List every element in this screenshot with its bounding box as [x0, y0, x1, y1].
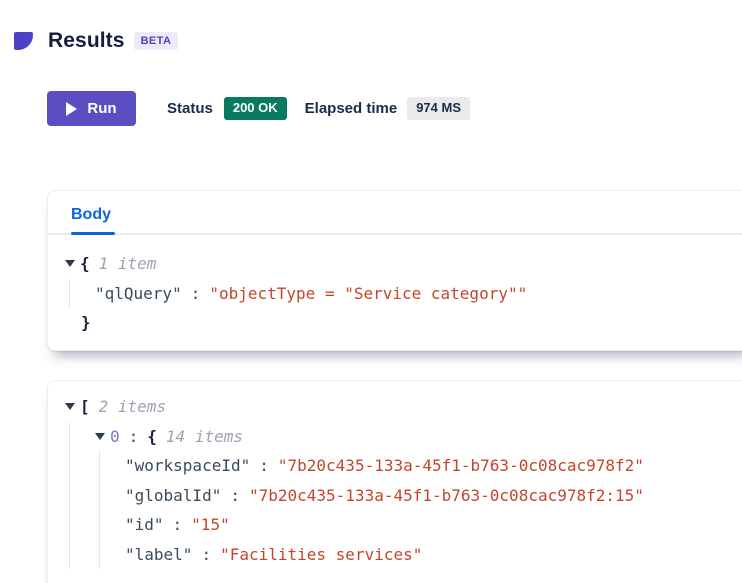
json-colon: : — [173, 515, 183, 534]
elapsed-time-label: Elapsed time — [305, 100, 398, 117]
json-item-count: 14 items — [166, 427, 243, 446]
toolbar: Run Status 200 OK Elapsed time 974 MS — [47, 91, 470, 126]
play-icon — [66, 102, 77, 116]
json-colon: : — [129, 427, 139, 446]
json-string-value: "7b20c435-133a-45f1-b763-0c08cac978f2:15… — [249, 486, 644, 505]
json-string-value: "7b20c435-133a-45f1-b763-0c08cac978f2" — [278, 456, 644, 475]
json-key: "globalId" — [125, 486, 221, 505]
beta-badge: BETA — [134, 32, 179, 50]
json-root-row: {1 item — [65, 249, 742, 279]
tab-bar: Body — [48, 191, 742, 235]
json-entry-row: "qlQuery": "objectType = "Service categor… — [95, 279, 742, 309]
results-panel: Results BETA Run Status 200 OK Elapsed t… — [0, 0, 742, 583]
json-open-brace: { — [80, 254, 90, 273]
json-children: 0: {14 items "workspaceId": "7b20c435-133a… — [69, 422, 742, 570]
quarter-circle-icon — [14, 32, 33, 50]
json-viewer-response: [2 items 0: {14 items "workspaceId": "7b20… — [48, 381, 742, 569]
json-key: "label" — [125, 545, 192, 564]
json-entry-row: "globalId": "7b20c435-133a-45f1-b763-0c08… — [125, 481, 742, 511]
json-close-brace: } — [81, 313, 91, 332]
json-close-row: } — [65, 308, 742, 338]
response-body-card: [2 items 0: {14 items "workspaceId": "7b20… — [47, 380, 742, 583]
json-item-count: 2 items — [99, 397, 166, 416]
json-colon: : — [230, 486, 240, 505]
json-root-row: [2 items — [65, 392, 742, 422]
status-label: Status — [167, 100, 213, 117]
json-colon: : — [259, 456, 269, 475]
json-key: "workspaceId" — [125, 456, 250, 475]
json-entry-row: "workspaceId": "7b20c435-133a-45f1-b763-0… — [125, 451, 742, 481]
json-key: "qlQuery" — [95, 284, 182, 303]
json-viewer-request: {1 item "qlQuery": "objectType = "Service… — [48, 235, 742, 338]
json-item-count: 1 item — [99, 254, 157, 273]
elapsed-time-badge: 974 MS — [407, 97, 470, 120]
json-string-value: "Facilities services" — [220, 545, 422, 564]
json-open-brace: { — [147, 427, 157, 446]
json-children: "qlQuery": "objectType = "Service categor… — [69, 279, 742, 309]
json-string-value: "15" — [191, 515, 230, 534]
json-entry-row: "id": "15" — [125, 510, 742, 540]
page-title: Results — [48, 29, 125, 53]
json-array-item-row: 0: {14 items — [95, 422, 742, 452]
collapse-toggle-icon[interactable] — [65, 260, 75, 267]
collapse-toggle-icon[interactable] — [95, 433, 105, 440]
json-key: "id" — [125, 515, 164, 534]
json-children: "workspaceId": "7b20c435-133a-45f1-b763-0… — [99, 451, 742, 569]
request-body-card: Body {1 item "qlQuery": "objectType = "Se… — [47, 190, 742, 351]
header: Results BETA — [14, 29, 178, 53]
json-string-value: "objectType = "Service category"" — [209, 284, 527, 303]
status-badge: 200 OK — [224, 97, 287, 120]
json-open-bracket: [ — [80, 397, 90, 416]
run-button[interactable]: Run — [47, 91, 136, 126]
json-array-index: 0 — [110, 427, 120, 446]
json-colon: : — [201, 545, 211, 564]
tab-body[interactable]: Body — [71, 206, 111, 233]
json-colon: : — [191, 284, 201, 303]
run-button-label: Run — [87, 100, 116, 117]
json-entry-row: "label": "Facilities services" — [125, 540, 742, 570]
collapse-toggle-icon[interactable] — [65, 403, 75, 410]
